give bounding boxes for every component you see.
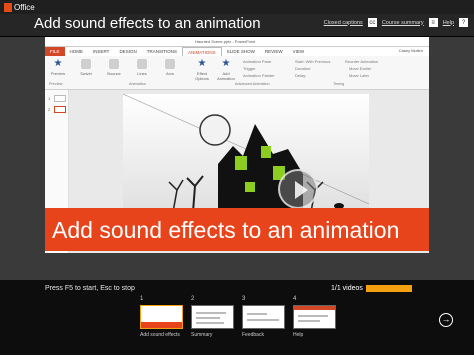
add-animation-icon: ★: [221, 58, 231, 69]
cc-icon[interactable]: cc: [367, 18, 377, 27]
ribbon-duration: Duration:: [295, 66, 312, 71]
chapter-number: 4: [293, 296, 297, 302]
play-icon[interactable]: [278, 169, 318, 209]
haunted-house-illustration: [123, 94, 369, 212]
chapter-label: Add sound effects: [140, 332, 180, 338]
ribbon-delay: Delay:: [295, 73, 307, 78]
chapter-label: Feedback: [242, 332, 264, 338]
chapter-help[interactable]: 4 Help: [293, 296, 336, 338]
video-frame-left: [0, 37, 45, 280]
ribbon-animation-painter: Animation Painter: [243, 73, 275, 78]
ribbon-group-timing: Timing: [333, 82, 345, 86]
arcs-icon: [165, 59, 175, 69]
slide-thumbnail: [54, 95, 66, 102]
star-icon: ★: [53, 58, 63, 69]
chapter-thumbnail[interactable]: [293, 305, 336, 329]
slide-canvas: [123, 94, 369, 212]
video-player[interactable]: Haunted Scene.pptx - PowerPoint FILE HOM…: [45, 37, 429, 253]
thumbnail-banner: [141, 322, 182, 328]
slide-number: 2: [48, 107, 51, 112]
slide-number: 1: [48, 96, 51, 101]
office-logo: Office: [4, 2, 40, 12]
swivel-icon: [81, 59, 91, 69]
chapter-number: 3: [242, 296, 246, 302]
ppt-tab-transitions: TRANSITIONS: [146, 49, 177, 54]
ppt-tab-design: DESIGN: [119, 49, 137, 54]
ppt-tab-slide-show: SLIDE SHOW: [226, 49, 255, 54]
title-banner: Add sound effects to an animation: [45, 208, 429, 251]
bounce-icon: [109, 59, 119, 69]
chapter-thumbnail[interactable]: [140, 305, 183, 329]
chapter-thumbnail[interactable]: [242, 305, 285, 329]
thumbnail-header: [294, 306, 335, 310]
ribbon-animation-pane: Animation Pane: [243, 59, 272, 64]
keyboard-hint: Press F5 to start, Esc to stop: [45, 285, 135, 292]
chapter-number: 2: [191, 296, 195, 302]
office-logo-icon: [4, 2, 12, 12]
course-summary-link[interactable]: Course summary: [382, 20, 424, 26]
ppt-tab-file: FILE: [45, 47, 65, 56]
ribbon-effect-swivel: Swivel: [75, 59, 97, 76]
ribbon-trigger: Trigger: [243, 66, 256, 71]
chapter-number: 1: [140, 296, 144, 302]
page-title: Add sound effects to an animation: [34, 15, 261, 32]
ribbon-preview: ★ Preview: [50, 58, 66, 77]
help-link[interactable]: Help: [443, 20, 454, 26]
video-frame-bottom: [45, 253, 429, 280]
ribbon-effect-lines: Lines: [131, 59, 153, 76]
top-bar: Office: [0, 0, 474, 14]
videos-count: 1/1 videos: [331, 285, 363, 292]
office-brand: Office: [14, 2, 35, 12]
ppt-doc-title: Haunted Scene.pptx - PowerPoint: [195, 39, 256, 44]
ribbon-effect-bounce: Bounce: [103, 59, 125, 76]
course-progress-fill: [366, 285, 412, 292]
ppt-user-name: Casey Mullen: [398, 48, 423, 53]
ppt-titlebar: Haunted Scene.pptx - PowerPoint: [45, 37, 429, 47]
banner-title: Add sound effects to an animation: [52, 217, 400, 243]
video-frame-right: [429, 37, 474, 280]
ppt-tab-insert: INSERT: [93, 49, 110, 54]
chapter-feedback[interactable]: 3 Feedback: [242, 296, 285, 338]
header-links: Closed captions cc Course summary ≡ Help…: [324, 18, 468, 27]
ppt-tab-home: HOME: [69, 49, 84, 54]
help-icon[interactable]: ?: [459, 18, 468, 27]
ribbon-effect-options: ★ Effect Options: [195, 58, 209, 82]
lines-icon: [137, 59, 147, 69]
next-arrow-icon[interactable]: →: [439, 313, 453, 327]
ppt-tab-view: VIEW: [292, 49, 305, 54]
chapter-label: Help: [293, 332, 304, 338]
chapter-add-sound-effects[interactable]: 1 Add sound effects: [140, 296, 183, 338]
course-navigation: Press F5 to start, Esc to stop 1/1 video…: [0, 280, 474, 355]
chapter-thumbnail[interactable]: [191, 305, 234, 329]
slide-thumbnail-selected: [54, 106, 66, 113]
ppt-ribbon: ★ Preview Swivel Bounce Lines Arcs ★ Eff…: [45, 56, 429, 90]
ribbon-move-later: Move Later: [349, 73, 370, 78]
ppt-tab-animations: ANIMATIONS: [181, 47, 222, 56]
chapter-label: Summary: [191, 332, 213, 338]
ribbon-group-preview: Preview: [49, 82, 63, 86]
ppt-tab-row: FILE HOME INSERT DESIGN TRANSITIONS ANIM…: [45, 47, 429, 56]
ribbon-add-animation: ★ Add Animation: [217, 58, 235, 82]
ribbon-move-earlier: Move Earlier: [349, 66, 372, 71]
ribbon-reorder: Reorder Animation: [345, 59, 379, 64]
course-progress-bar: [366, 285, 412, 292]
chapter-summary[interactable]: 2 Summary: [191, 296, 234, 338]
effect-options-icon: ★: [197, 58, 207, 69]
ribbon-group-animation: Animation: [129, 82, 146, 86]
chapter-list: 1 Add sound effects 2 Summary 3 Feedback: [140, 296, 336, 338]
ppt-tab-review: REVIEW: [264, 49, 283, 54]
closed-captions-link[interactable]: Closed captions: [324, 20, 363, 26]
ribbon-effect-arcs: Arcs: [159, 59, 181, 76]
ribbon-start: Start: With Previous: [295, 59, 331, 64]
summary-icon[interactable]: ≡: [428, 18, 438, 27]
ribbon-group-advanced: Advanced Animation: [235, 82, 270, 86]
